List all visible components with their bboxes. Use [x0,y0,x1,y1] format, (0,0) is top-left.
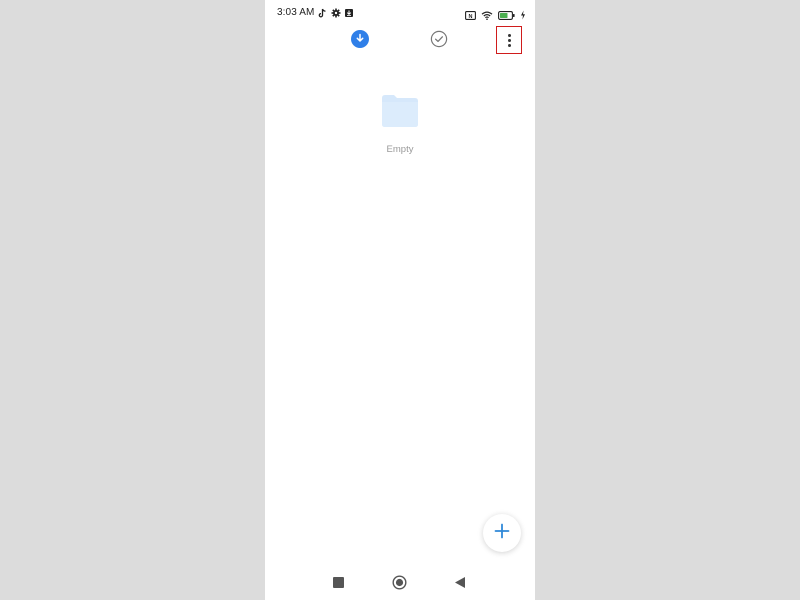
folder-icon [380,92,420,133]
gear-icon [331,8,341,18]
svg-text:N: N [469,14,473,20]
add-download-button[interactable] [483,514,521,552]
download-notification-icon [344,8,354,18]
toolbar [265,26,535,54]
phone-screen: 3:03 AM N Empty [265,0,535,600]
status-left: 3:03 AM [277,7,354,18]
status-time: 3:03 AM [277,7,315,18]
tiktok-icon [318,8,327,18]
more-vert-icon [507,33,511,37]
battery-icon [498,7,515,25]
recents-square-icon[interactable] [333,577,344,588]
tab-downloading[interactable] [351,30,369,48]
empty-state: Empty [265,92,535,155]
more-options-button[interactable] [496,26,522,54]
check-circle-icon [430,30,448,52]
status-bar: 3:03 AM N [265,0,535,26]
more-vert-icon-dot [507,43,511,47]
download-arrow-icon [355,30,365,48]
navigation-bar [265,568,535,598]
nfc-icon: N [465,7,476,25]
empty-label: Empty [386,144,414,155]
more-vert-icon-dot [507,38,511,42]
wifi-icon [481,7,493,25]
tab-completed[interactable] [430,30,448,48]
status-right: N [465,7,526,25]
plus-icon [494,523,510,544]
charging-bolt-icon [520,7,526,25]
home-circle-icon[interactable] [392,575,407,590]
back-triangle-icon[interactable] [454,576,466,589]
